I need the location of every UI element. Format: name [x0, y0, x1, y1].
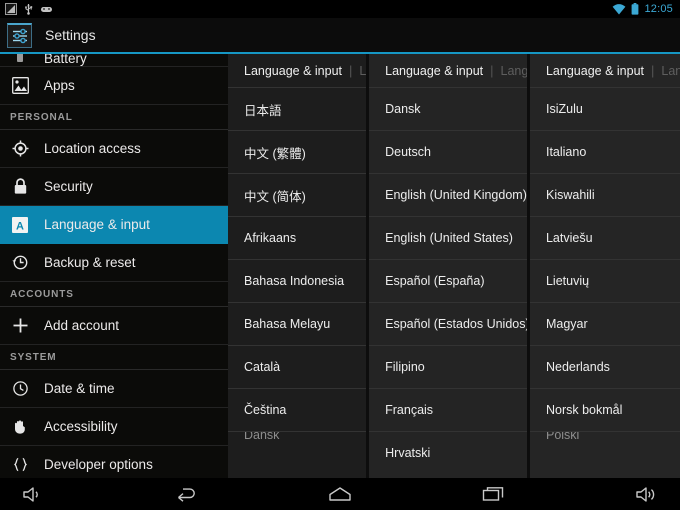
breadcrumb-separator: | [349, 63, 353, 78]
sidebar-item-label: Apps [44, 78, 75, 93]
sidebar-item-date-and-time[interactable]: Date & time [0, 370, 228, 408]
list-item[interactable]: IsiZulu [529, 87, 680, 130]
breadcrumb-next: Language & input [500, 63, 528, 78]
home-icon[interactable] [307, 478, 373, 510]
navigation-bar[interactable] [0, 478, 680, 510]
breadcrumb: Language & input | Language & input [369, 54, 527, 87]
list-item[interactable]: English (United States) [369, 216, 528, 259]
language-pane-3[interactable]: Language & input | Language & input IsiZ… [529, 54, 680, 478]
breadcrumb: Language & input | Language & input [228, 54, 366, 87]
status-bar-right-icons: 12:05 [612, 3, 680, 15]
braces-icon [10, 455, 30, 475]
settings-sliders-icon[interactable] [7, 22, 32, 48]
list-item[interactable]: English (United Kingdom) [369, 173, 528, 216]
clock-icon [10, 379, 30, 399]
list-item[interactable]: Norsk bokmål [529, 388, 680, 431]
list-item[interactable]: Latviešu [529, 216, 680, 259]
list-item[interactable]: Deutsch [369, 130, 528, 173]
list-item[interactable]: Bahasa Indonesia [228, 259, 367, 302]
sidebar-item-label: Language & input [44, 217, 150, 232]
list-item[interactable]: Bahasa Melayu [228, 302, 367, 345]
sidebar-section-personal: PERSONAL [10, 111, 73, 123]
breadcrumb-title: Language & input [385, 63, 484, 78]
sidebar-item-apps[interactable]: Apps [0, 67, 228, 105]
status-bar: 12:05 [0, 0, 680, 18]
page-title: Settings [45, 27, 96, 43]
tablet-screen: 12:05 Settings Battery Apps PERSONAL Loc… [0, 0, 680, 510]
sidebar-item-label: Date & time [44, 381, 115, 396]
screenshot-icon [5, 3, 17, 15]
sidebar-item-battery[interactable]: Battery [0, 54, 228, 67]
app-bar: Settings [0, 18, 680, 52]
breadcrumb-separator: | [651, 63, 655, 78]
list-item[interactable]: Français [369, 388, 528, 431]
settings-sidebar[interactable]: Battery Apps PERSONAL Location access Se… [0, 54, 228, 478]
sidebar-item-backup-and-reset[interactable]: Backup & reset [0, 244, 228, 282]
plus-icon [10, 316, 30, 336]
language-pane-1[interactable]: Language & input | Language & input 日本語 … [228, 54, 367, 478]
sidebar-item-location-access[interactable]: Location access [0, 130, 228, 168]
list-item[interactable]: Español (Estados Unidos) [369, 302, 528, 345]
sidebar-section-accounts: ACCOUNTS [10, 288, 74, 300]
list-item[interactable]: Magyar [529, 302, 680, 345]
battery-icon [632, 3, 639, 15]
list-item[interactable]: 日本語 [228, 87, 367, 130]
sidebar-item-label: Battery [44, 54, 87, 66]
sidebar-item-label: Developer options [44, 457, 153, 472]
list-item[interactable]: 中文 (繁體) [228, 130, 367, 173]
sidebar-item-add-account[interactable]: Add account [0, 307, 228, 345]
svg-text:A: A [16, 220, 24, 232]
list-item[interactable]: Español (España) [369, 259, 528, 302]
breadcrumb-title: Language & input [244, 63, 343, 78]
sidebar-item-language-and-input[interactable]: A Language & input [0, 206, 228, 244]
sidebar-item-label: Security [44, 179, 93, 194]
apps-icon [10, 76, 30, 96]
back-icon[interactable] [153, 478, 219, 510]
list-item[interactable]: Dansk [228, 431, 367, 451]
sidebar-item-label: Add account [44, 318, 120, 333]
backup-restore-icon [10, 253, 30, 273]
list-item[interactable]: Nederlands [529, 345, 680, 388]
android-robot-icon [41, 7, 52, 12]
list-item[interactable]: Polski [529, 431, 680, 451]
status-bar-left-icons [0, 3, 53, 15]
breadcrumb: Language & input | Language & input [530, 54, 680, 87]
volume-down-icon[interactable] [0, 478, 66, 510]
location-icon [10, 139, 30, 159]
list-item[interactable]: Italiano [529, 130, 680, 173]
breadcrumb-title: Language & input [545, 63, 644, 78]
volume-up-icon[interactable] [614, 478, 680, 510]
list-item-label: Dansk [244, 431, 280, 442]
list-item[interactable]: Català [228, 345, 367, 388]
list-item[interactable]: Filipino [369, 345, 528, 388]
list-item[interactable]: 中文 (简体) [228, 173, 367, 216]
battery-icon [10, 54, 30, 66]
recent-apps-icon[interactable] [460, 478, 526, 510]
list-item[interactable]: Afrikaans [228, 216, 367, 259]
list-item[interactable]: Lietuvių [529, 259, 680, 302]
hand-icon [10, 417, 30, 437]
language-a-icon: A [10, 215, 30, 235]
sidebar-item-label: Location access [44, 141, 141, 156]
sidebar-item-label: Backup & reset [44, 255, 136, 270]
wifi-icon [613, 3, 626, 14]
sidebar-section-system: SYSTEM [10, 351, 57, 363]
breadcrumb-separator: | [490, 63, 494, 78]
list-item[interactable]: Kiswahili [529, 173, 680, 216]
list-item[interactable]: Čeština [228, 388, 367, 431]
lock-icon [10, 177, 30, 197]
sidebar-item-accessibility[interactable]: Accessibility [0, 408, 228, 446]
breadcrumb-next: Language & input [359, 63, 367, 78]
language-pane-2[interactable]: Language & input | Language & input Dans… [369, 54, 528, 478]
usb-icon [25, 4, 33, 15]
language-panes: Language & input | Language & input 日本語 … [228, 54, 680, 478]
list-item[interactable]: Hrvatski [369, 431, 528, 474]
sidebar-item-developer-options[interactable]: Developer options [0, 446, 228, 478]
sidebar-item-security[interactable]: Security [0, 168, 228, 206]
list-item[interactable]: Dansk [369, 87, 528, 130]
list-item-label: Polski [545, 431, 580, 442]
sidebar-item-label: Accessibility [44, 419, 118, 434]
breadcrumb-next: Language & input [661, 63, 680, 78]
status-bar-clock: 12:05 [644, 3, 673, 15]
